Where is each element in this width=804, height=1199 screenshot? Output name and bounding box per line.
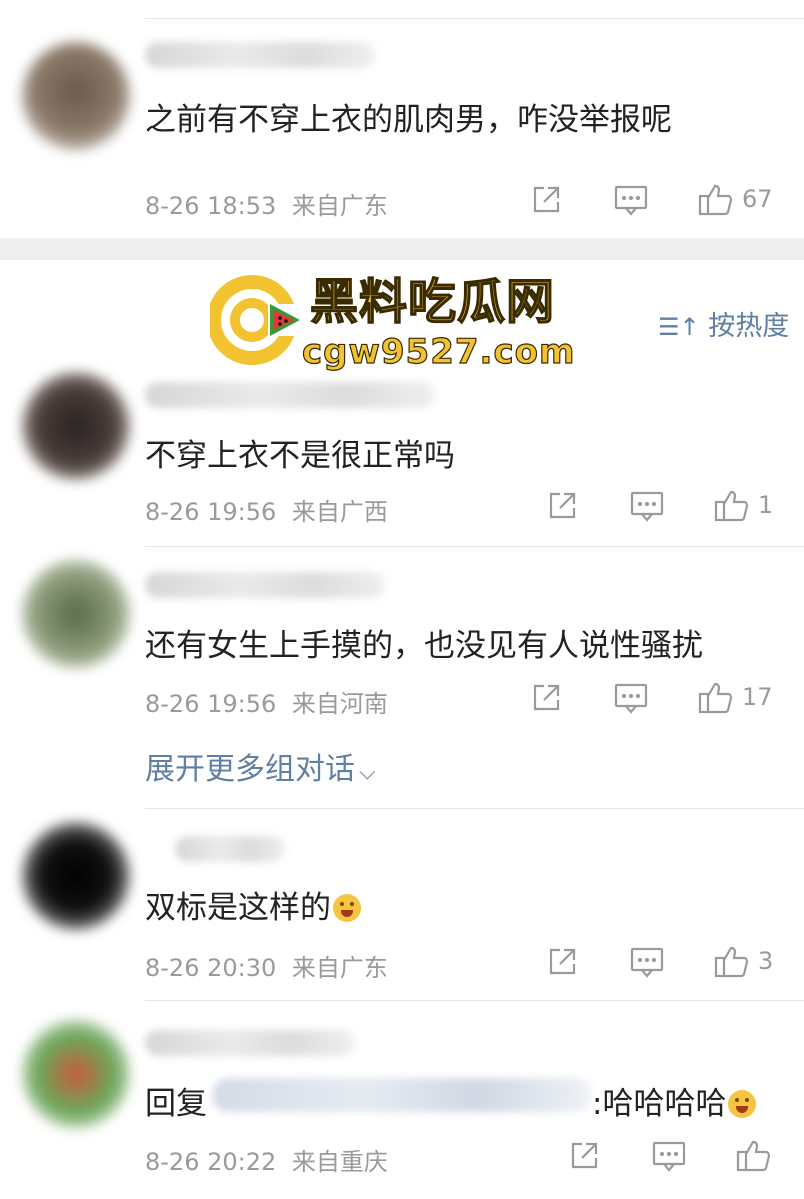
comment-icon [614,185,648,216]
thumbs-up-icon [714,490,749,522]
share-icon [549,948,576,975]
comment-button[interactable] [630,946,664,978]
comment-divider [145,1000,804,1001]
sort-toggle[interactable]: ☰↑ 按热度 [658,304,789,343]
watermark-url: cgw9527.com [301,331,576,372]
comment-divider [145,808,804,809]
share-button[interactable] [530,682,562,714]
comment-location: 来自河南 [291,690,388,718]
comment-text: 还有女生上手摸的，也没见有人说性骚扰 [145,628,703,664]
comment-location: 来自重庆 [291,1148,388,1176]
comment-location: 来自广西 [291,498,388,526]
chevron-down-icon: ⌵ [359,760,376,785]
avatar[interactable] [22,560,130,668]
expand-label: 展开更多组对话 [145,752,355,787]
share-icon [533,684,560,711]
comment-divider [145,546,804,547]
comment-text: 回复 [145,1078,207,1123]
avatar[interactable] [22,822,130,930]
share-icon [533,186,560,213]
comment-icon [614,683,648,714]
share-button[interactable] [546,946,578,978]
like-button[interactable]: 1 [714,488,773,522]
like-button[interactable]: 67 [698,182,773,216]
comment-text: 不穿上衣不是很正常吗 [145,438,455,474]
watermark-title: 黑料吃瓜网 [309,273,556,331]
share-button[interactable] [530,184,562,216]
share-icon [571,1142,598,1169]
comment-text: 之前有不穿上衣的肌肉男，咋没举报呢 [145,102,672,138]
comment-meta: 8-26 18:53 来自广东 [145,186,388,221]
comment-time: 8-26 19:56 [145,498,277,526]
sort-icon: ☰↑ [658,313,700,341]
username-blurred[interactable] [145,42,375,68]
comment-icon [630,491,664,522]
thumbs-up-icon [698,682,733,714]
comment-text: 双标是这样的 [145,882,361,927]
sort-label: 按热度 [708,311,790,342]
avatar[interactable] [22,42,130,150]
watermark-logo-icon [207,274,302,366]
username-blurred[interactable] [145,382,435,408]
comment-meta: 8-26 19:56 来自河南 [145,684,388,719]
share-icon [549,492,576,519]
comment-button[interactable] [630,490,664,522]
like-count: 3 [758,947,774,975]
section-separator [0,238,804,260]
username-blurred[interactable] [145,1030,355,1056]
comment-location: 来自广东 [291,192,388,220]
avatar[interactable] [22,1020,130,1128]
thumbs-up-icon [714,946,749,978]
reply-prefix: 回复 [145,1086,207,1122]
reply-text: :哈哈哈哈 [592,1078,757,1123]
comment-time: 8-26 20:22 [145,1148,277,1176]
thumbs-up-icon [736,1140,771,1172]
comment-meta: 8-26 19:56 来自广西 [145,492,388,527]
comment-button[interactable] [614,184,648,216]
comment-button[interactable] [652,1140,686,1172]
share-button[interactable] [568,1140,600,1172]
comment-location: 来自广东 [291,954,388,982]
comment-time: 8-26 19:56 [145,690,277,718]
emoji-icon [333,894,361,922]
top-divider [145,18,804,19]
like-button[interactable] [736,1138,780,1172]
like-count: 17 [742,683,773,711]
reply-target-blurred[interactable] [212,1078,592,1112]
comment-time: 8-26 18:53 [145,192,277,220]
comment-meta: 8-26 20:22 来自重庆 [145,1142,388,1177]
comment-text-content: 双标是这样的 [145,890,331,926]
like-count: 1 [758,491,774,519]
username-blurred[interactable] [145,572,385,598]
username-blurred[interactable] [175,836,285,862]
like-button[interactable]: 3 [714,944,773,978]
reply-text-content: :哈哈哈哈 [592,1086,727,1122]
comment-icon [652,1141,686,1172]
comment-time: 8-26 20:30 [145,954,277,982]
like-button[interactable]: 17 [698,680,773,714]
emoji-icon [728,1090,757,1118]
comment-button[interactable] [614,682,648,714]
expand-more-conversations[interactable]: 展开更多组对话 ⌵ [145,744,376,788]
comment-meta: 8-26 20:30 来自广东 [145,948,388,983]
comment-icon [630,947,664,978]
share-button[interactable] [546,490,578,522]
thumbs-up-icon [698,184,733,216]
avatar[interactable] [22,372,130,480]
like-count: 67 [742,185,773,213]
